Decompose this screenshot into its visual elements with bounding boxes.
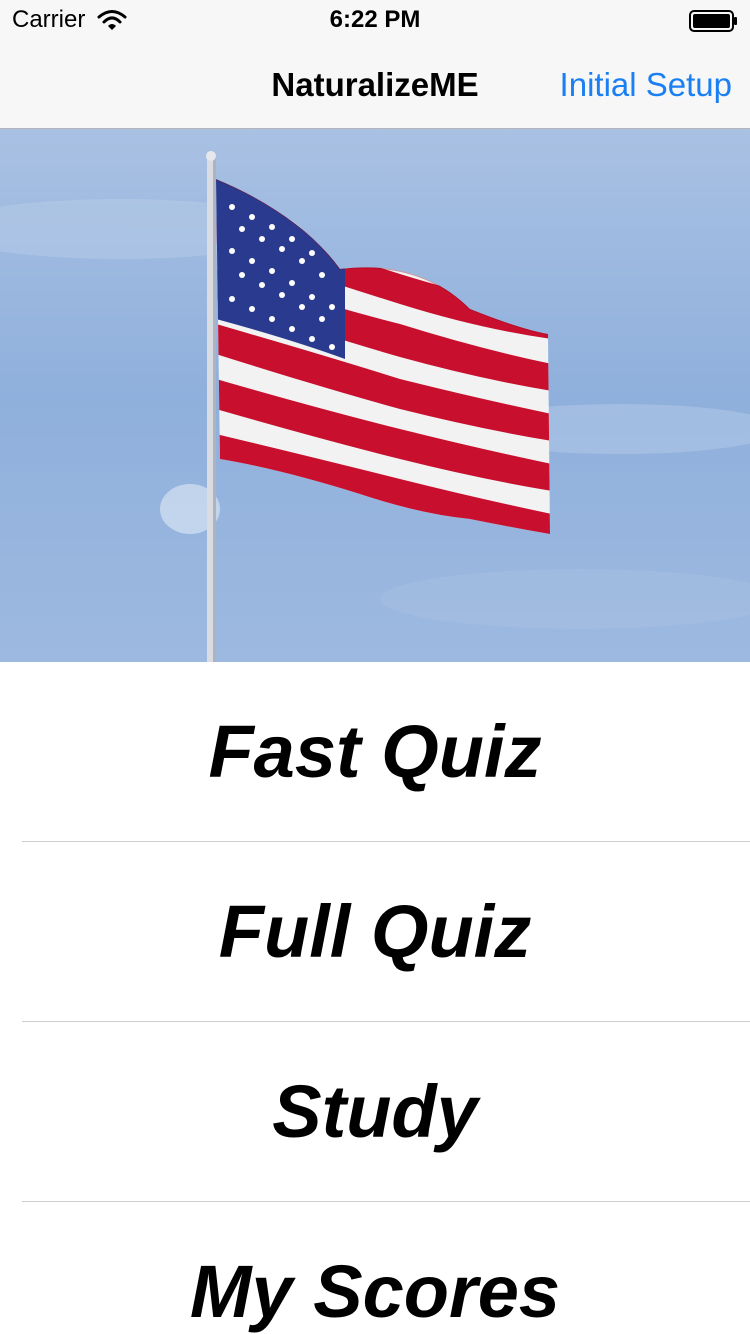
my-scores-button[interactable]: My Scores <box>0 1202 750 1334</box>
study-button[interactable]: Study <box>0 1022 750 1202</box>
fast-quiz-button[interactable]: Fast Quiz <box>0 662 750 842</box>
initial-setup-button[interactable]: Initial Setup <box>560 66 732 104</box>
my-scores-label: My Scores <box>189 1250 561 1333</box>
full-quiz-button[interactable]: Full Quiz <box>0 842 750 1022</box>
battery-icon <box>689 10 737 32</box>
hero-flag-image <box>0 129 750 662</box>
fast-quiz-label: Fast Quiz <box>208 710 542 793</box>
status-bar: Carrier 6:22 PM <box>0 0 750 40</box>
flag-illustration <box>0 129 750 662</box>
app-screen: Carrier 6:22 PM NaturalizeME Initial Set… <box>0 0 750 1334</box>
status-time: 6:22 PM <box>329 6 421 33</box>
main-menu: Fast Quiz Full Quiz Study My Scores <box>0 662 750 1334</box>
study-label: Study <box>272 1070 478 1153</box>
top-chrome: Carrier 6:22 PM NaturalizeME Initial Set… <box>0 0 750 129</box>
navigation-bar: NaturalizeME Initial Setup <box>0 40 750 128</box>
full-quiz-label: Full Quiz <box>218 890 532 973</box>
